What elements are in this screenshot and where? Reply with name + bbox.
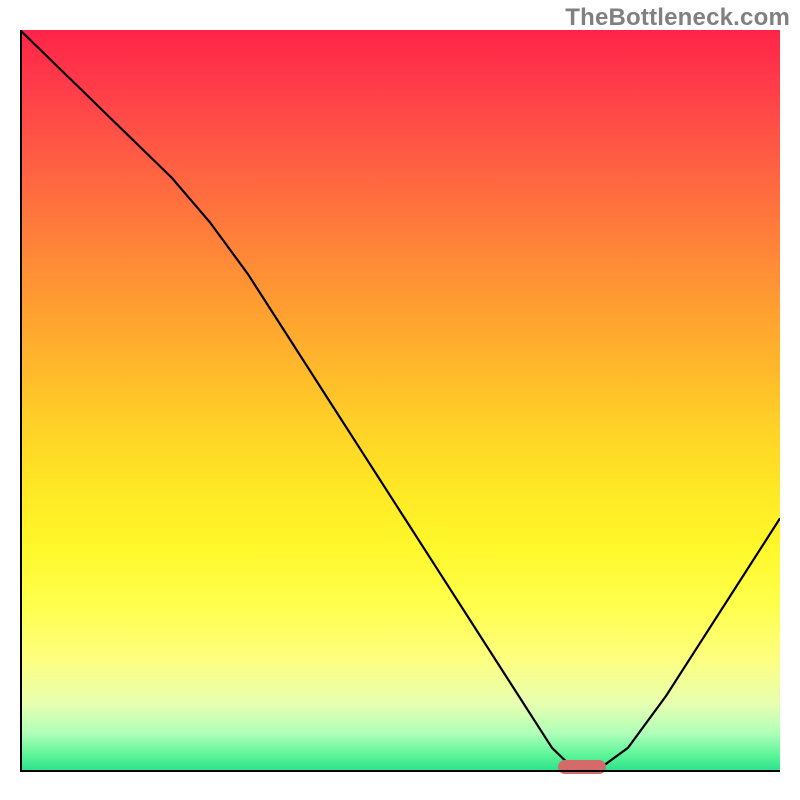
bottleneck-curve xyxy=(20,30,780,770)
y-axis xyxy=(20,30,22,772)
x-axis xyxy=(20,770,780,772)
chart-container: TheBottleneck.com xyxy=(0,0,800,800)
watermark-text: TheBottleneck.com xyxy=(565,4,790,32)
